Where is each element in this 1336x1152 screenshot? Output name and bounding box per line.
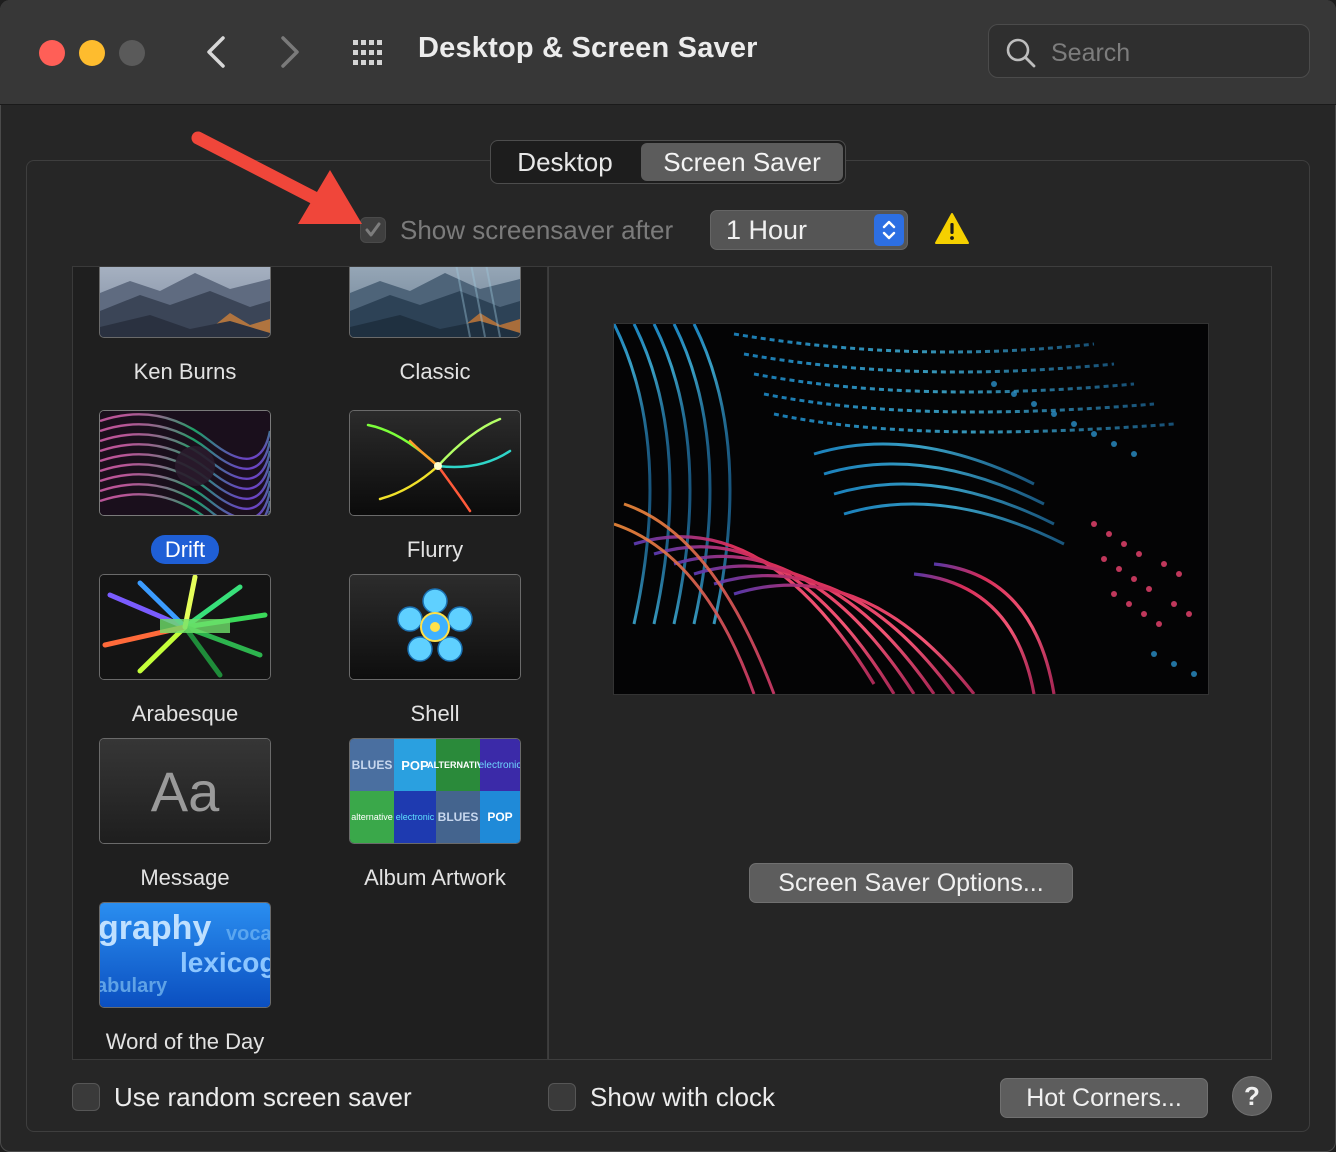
- word-of-the-day-thumbnail-icon: graphy voca lexicog abulary: [100, 903, 270, 1007]
- saver-item-drift[interactable]: Drift: [73, 411, 323, 575]
- red-arrow-annotation-icon: [191, 131, 362, 224]
- warning-icon[interactable]: [934, 212, 970, 246]
- saver-item-arabesque[interactable]: Arabesque: [73, 575, 323, 739]
- saver-item-word-of-the-day[interactable]: graphy voca lexicog abulary Word of the …: [73, 903, 323, 1059]
- album-tile: ALTERNATIVE: [427, 739, 489, 791]
- window-title: Desktop & Screen Saver: [418, 32, 758, 64]
- album-tile: electronic: [479, 739, 520, 791]
- saver-name: Message: [140, 865, 230, 890]
- album-artwork-thumbnail-icon: BLUES POP ALTERNATIVE electronic alterna…: [350, 739, 520, 843]
- message-glyph: Aa: [150, 759, 220, 823]
- forward-button[interactable]: [270, 32, 310, 72]
- album-tile: electronic: [394, 791, 436, 843]
- search-field[interactable]: [988, 24, 1310, 78]
- hot-corners-button[interactable]: Hot Corners...: [1000, 1078, 1208, 1118]
- mountain-landscape-thumbnail-icon: [350, 267, 520, 337]
- random-saver-row: Use random screen saver: [72, 1082, 412, 1112]
- drift-preview-image: [614, 324, 1208, 694]
- drift-swirl-thumbnail-icon: [100, 411, 270, 515]
- help-button[interactable]: ?: [1232, 1076, 1272, 1116]
- message-thumbnail-icon: Aa: [100, 739, 270, 843]
- flurry-thumbnail-icon: [350, 411, 520, 515]
- saver-item-album-artwork[interactable]: BLUES POP ALTERNATIVE electronic alterna…: [323, 739, 547, 903]
- screen-saver-list[interactable]: Ken Burns Classic Drift Flurry Arabesque…: [72, 266, 548, 1060]
- arabesque-thumbnail-icon: [100, 575, 270, 679]
- album-tile: BLUES: [350, 739, 394, 791]
- grid-icon: [353, 40, 382, 65]
- search-input[interactable]: [1049, 35, 1293, 71]
- thumb-word: voca: [226, 923, 270, 945]
- random-saver-checkbox[interactable]: [72, 1083, 100, 1111]
- chevron-left-icon: [207, 36, 225, 68]
- show-clock-row: Show with clock: [548, 1082, 775, 1112]
- idle-time-popup[interactable]: 1 Hour: [710, 210, 908, 250]
- preview-pane: Screen Saver Options...: [548, 266, 1272, 1060]
- saver-name: Word of the Day: [105, 1029, 265, 1054]
- minimize-window-button[interactable]: [79, 40, 105, 66]
- saver-name: Album Artwork: [364, 865, 506, 890]
- system-preferences-window: Desktop & Screen Saver Desktop Screen Sa…: [0, 0, 1336, 1152]
- saver-item-shell[interactable]: Shell: [323, 575, 547, 739]
- popup-stepper-icon: [874, 214, 904, 246]
- thumb-word: lexicog: [180, 947, 270, 978]
- screen-saver-options-button[interactable]: Screen Saver Options...: [749, 863, 1073, 903]
- screen-saver-preview[interactable]: [613, 323, 1209, 695]
- magnifier-icon: [1006, 38, 1036, 68]
- tab-screen-saver[interactable]: Screen Saver: [641, 143, 843, 181]
- zoom-window-button[interactable]: [119, 40, 145, 66]
- saver-name: Flurry: [406, 537, 464, 562]
- shell-thumbnail-icon: [350, 575, 520, 679]
- back-button[interactable]: [196, 32, 236, 72]
- saver-name: Shell: [410, 701, 460, 726]
- close-window-button[interactable]: [39, 40, 65, 66]
- tab-desktop[interactable]: Desktop: [491, 141, 639, 183]
- thumb-word: graphy: [100, 909, 212, 947]
- thumb-word: abulary: [100, 975, 168, 997]
- title-bar: Desktop & Screen Saver: [0, 0, 1336, 105]
- album-tile: BLUES: [436, 791, 480, 843]
- selected-label: Drift: [150, 535, 220, 564]
- tab-switcher: Desktop Screen Saver: [490, 140, 846, 184]
- saver-name: Ken Burns: [133, 359, 237, 384]
- saver-item-message[interactable]: Aa Message: [73, 739, 323, 903]
- show-clock-label: Show with clock: [590, 1081, 775, 1112]
- album-tile: POP: [480, 791, 520, 843]
- saver-item-classic[interactable]: Classic: [323, 267, 547, 397]
- saver-item-flurry[interactable]: Flurry: [323, 411, 547, 575]
- show-screensaver-after-label: Show screensaver after: [400, 214, 674, 245]
- chevron-right-icon: [281, 36, 299, 68]
- album-tile: alternative: [350, 791, 394, 843]
- show-clock-checkbox[interactable]: [548, 1083, 576, 1111]
- saver-name-selected: Drift: [73, 535, 297, 564]
- mountain-landscape-thumbnail-icon: [100, 267, 270, 337]
- show-screensaver-after-row: Show screensaver after: [360, 210, 673, 250]
- saver-name: Classic: [399, 359, 471, 384]
- idle-time-value: 1 Hour: [726, 215, 808, 245]
- saver-name: Arabesque: [131, 701, 239, 726]
- show-all-grid-button[interactable]: [350, 34, 390, 74]
- saver-item-ken-burns[interactable]: Ken Burns: [73, 267, 323, 397]
- random-saver-label: Use random screen saver: [114, 1081, 412, 1112]
